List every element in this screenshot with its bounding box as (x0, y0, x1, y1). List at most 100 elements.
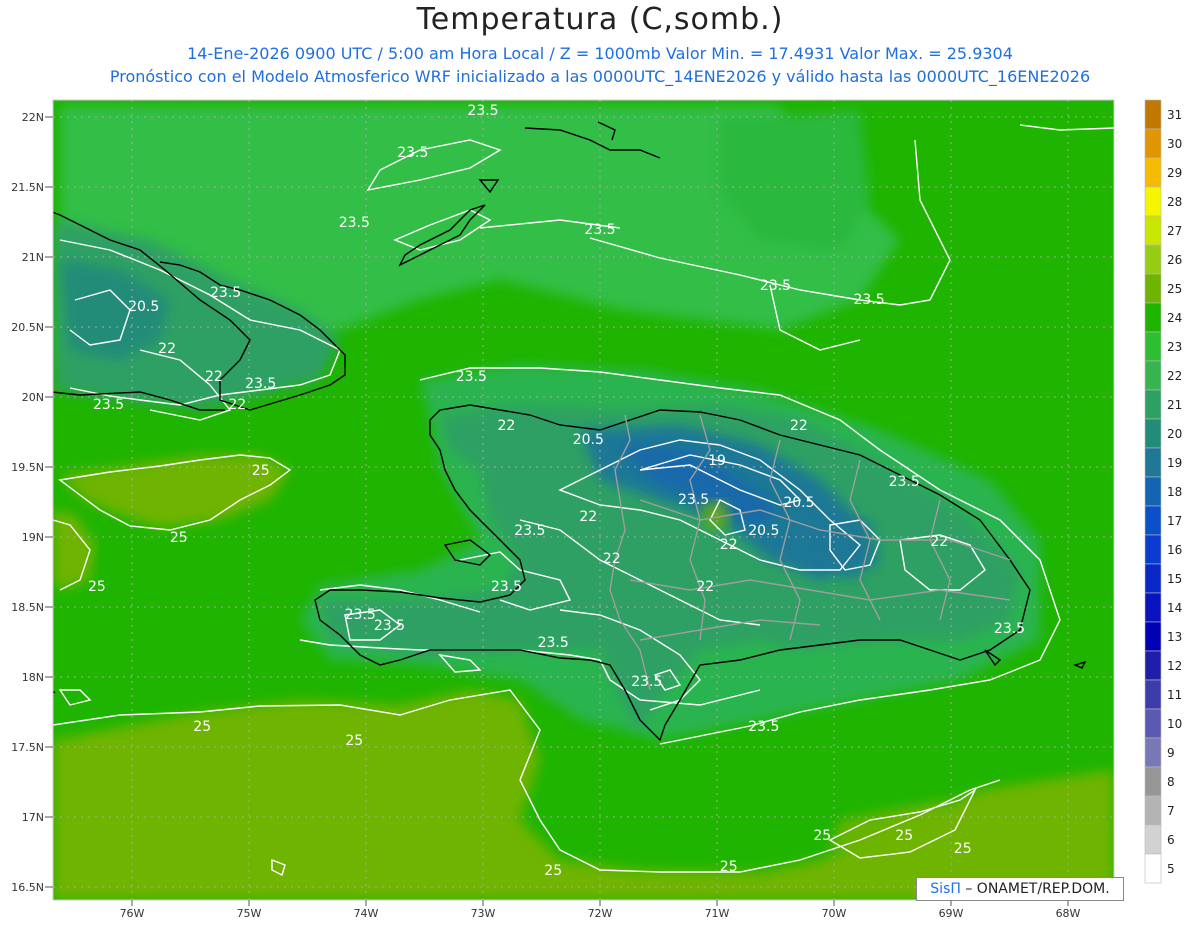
legend-swatch (1144, 476, 1162, 507)
lat-tick-label: 17N (22, 811, 44, 824)
contour-label: 23.5 (245, 376, 276, 392)
contour-label: 23.5 (397, 145, 428, 161)
legend-swatch (1144, 99, 1162, 130)
lat-tick-label: 20N (22, 391, 44, 404)
legend-swatch (1144, 534, 1162, 565)
lon-tick-label: 69W (939, 907, 964, 920)
contour-label: 23.5 (994, 621, 1025, 637)
contour-label: 25 (170, 530, 188, 546)
lat-tick-label: 20.5N (11, 321, 44, 334)
legend-value-label: 13 (1167, 630, 1182, 644)
contour-label: 22 (158, 341, 176, 357)
contour-label: 25 (813, 828, 831, 844)
contour-label: 20.5 (748, 523, 779, 539)
contour-label: 23.5 (678, 492, 709, 508)
legend-swatch (1144, 737, 1162, 768)
legend-value-label: 30 (1167, 137, 1182, 151)
lat-tick-label: 22N (22, 111, 44, 124)
lat-tick-label: 19N (22, 531, 44, 544)
legend-value-label: 21 (1167, 398, 1182, 412)
legend-value-label: 9 (1167, 746, 1175, 760)
contour-label: 23.5 (748, 719, 779, 735)
legend-value-label: 5 (1167, 862, 1175, 876)
legend-swatch (1144, 621, 1162, 652)
legend-swatch (1144, 679, 1162, 710)
legend-value-label: 12 (1167, 659, 1182, 673)
legend-swatch (1144, 766, 1162, 797)
legend-swatch (1144, 157, 1162, 188)
legend-swatch (1144, 824, 1162, 855)
legend-value-label: 7 (1167, 804, 1175, 818)
legend-value-label: 24 (1167, 311, 1182, 325)
legend-swatch (1144, 853, 1162, 884)
legend-value-label: 10 (1167, 717, 1182, 731)
lon-tick-label: 70W (822, 907, 847, 920)
legend-value-label: 29 (1167, 166, 1182, 180)
lon-tick-label: 74W (354, 907, 379, 920)
contour-label: 22 (790, 418, 808, 434)
legend-swatch (1144, 244, 1162, 275)
legend-swatch (1144, 708, 1162, 739)
contour-label: 20.5 (783, 495, 814, 511)
legend-swatch (1144, 650, 1162, 681)
contour-label: 23.5 (93, 397, 124, 413)
legend-value-label: 22 (1167, 369, 1182, 383)
contour-label: 23.5 (631, 674, 662, 690)
lat-tick-label: 19.5N (11, 461, 44, 474)
contour-label: 25 (720, 859, 738, 875)
legend-value-label: 31 (1167, 108, 1182, 122)
contour-label: 23.5 (760, 278, 791, 294)
contour-label: 22 (603, 551, 621, 567)
lat-tick-label: 18.5N (11, 601, 44, 614)
legend-value-label: 20 (1167, 427, 1182, 441)
legend-swatch (1144, 302, 1162, 333)
legend-value-label: 11 (1167, 688, 1182, 702)
contour-label: 22 (720, 537, 738, 553)
legend-swatch (1144, 563, 1162, 594)
contour-label: 20.5 (573, 432, 604, 448)
contour-label: 23.5 (374, 618, 405, 634)
legend-swatch (1144, 447, 1162, 478)
legend-value-label: 26 (1167, 253, 1182, 267)
lon-tick-label: 76W (120, 907, 145, 920)
legend-value-label: 28 (1167, 195, 1182, 209)
lon-tick-label: 75W (237, 907, 262, 920)
contour-label: 25 (252, 463, 270, 479)
legend-value-label: 27 (1167, 224, 1182, 238)
contour-label: 22 (930, 534, 948, 550)
map-field (53, 100, 1114, 900)
temperature-legend: 31 30 29 28 27 26 25 24 23 22 21 20 19 18 17 16 15 14 13 12… (1144, 99, 1182, 884)
lon-tick-label: 71W (705, 907, 730, 920)
contour-label: 25 (88, 579, 106, 595)
contour-label: 25 (193, 719, 211, 735)
contour-label: 22 (497, 418, 515, 434)
contour-label: 25 (544, 863, 562, 879)
contour-label: 23.5 (889, 474, 920, 490)
legend-value-label: 14 (1167, 601, 1182, 615)
legend-swatch (1144, 186, 1162, 217)
legend-swatch (1144, 592, 1162, 623)
lon-tick-label: 72W (588, 907, 613, 920)
contour-label: 23.5 (584, 222, 615, 238)
legend-value-label: 15 (1167, 572, 1182, 586)
legend-value-label: 6 (1167, 833, 1175, 847)
lat-tick-label: 21.5N (11, 181, 44, 194)
contour-label: 25 (895, 828, 913, 844)
contour-label: 23.5 (339, 215, 370, 231)
lat-tick-label: 16.5N (11, 881, 44, 894)
contour-label: 22 (228, 397, 246, 413)
lon-tick-label: 68W (1056, 907, 1081, 920)
contour-label: 20.5 (128, 299, 159, 315)
credit-text: – ONAMET/REP.DOM. (960, 881, 1110, 897)
lat-tick-label: 18N (22, 671, 44, 684)
legend-swatch (1144, 505, 1162, 536)
legend-swatch (1144, 389, 1162, 420)
legend-swatch (1144, 331, 1162, 362)
lat-tick-label: 17.5N (11, 741, 44, 754)
credit-box: SisΠ – ONAMET/REP.DOM. (916, 877, 1124, 901)
contour-label: 23.5 (514, 523, 545, 539)
lon-tick-label: 73W (471, 907, 496, 920)
legend-swatch (1144, 360, 1162, 391)
lat-tick-label: 21N (22, 251, 44, 264)
contour-label: 22 (205, 369, 223, 385)
